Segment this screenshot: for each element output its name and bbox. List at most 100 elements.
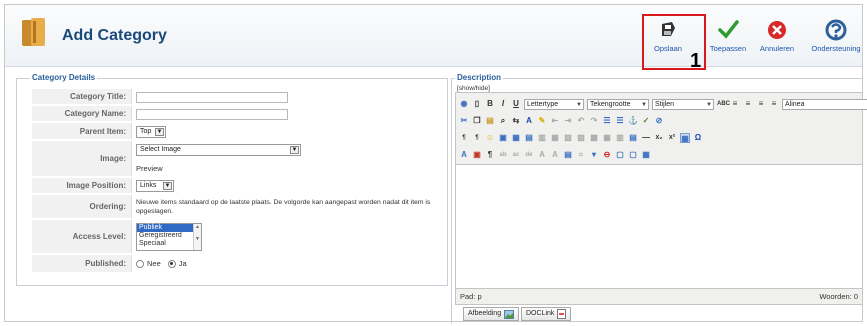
style-props-icon[interactable]: A: [459, 150, 469, 160]
editor-toolbar: ◉ ▯ B I U Lettertype ▼ Tekengrootte ▼ St…: [456, 93, 867, 165]
image-position-label: Image Position:: [32, 178, 132, 193]
readmore-icon[interactable]: ⊖: [602, 150, 612, 160]
layer-icon[interactable]: ▢: [615, 150, 625, 160]
access-option[interactable]: Publiek: [137, 224, 201, 232]
category-name-input[interactable]: [136, 109, 288, 120]
image-icon[interactable]: ▣: [498, 133, 508, 143]
align-right-icon[interactable]: ≡: [756, 99, 766, 109]
cut-icon[interactable]: ✂: [459, 116, 469, 126]
insert-image-label: Afbeelding: [468, 310, 502, 317]
access-option[interactable]: Speciaal: [137, 240, 201, 248]
cell-props-icon[interactable]: ▨: [576, 133, 586, 143]
attribs-icon[interactable]: A: [550, 150, 560, 160]
parent-item-select[interactable]: Top ▼: [136, 126, 166, 138]
listbox-scrollbar[interactable]: ▲ ▼: [193, 224, 201, 250]
strikethrough-icon[interactable]: ABC: [717, 99, 730, 109]
published-yes-radio[interactable]: [167, 259, 176, 268]
row-props-icon[interactable]: ▧: [563, 133, 573, 143]
access-level-listbox[interactable]: Publiek Geregistreerd Speciaal ▲ ▼: [136, 223, 202, 251]
subscript-icon[interactable]: x₂: [654, 133, 664, 143]
published-yes-label: Ja: [178, 259, 187, 268]
nonbreaking-icon[interactable]: ≈: [576, 150, 586, 160]
cleanup-icon[interactable]: ▥: [537, 133, 547, 143]
show-hide-toggle[interactable]: [show/hide]: [457, 85, 490, 92]
chevron-down-icon: ▼: [641, 101, 647, 108]
bullet-list-icon[interactable]: ☰: [615, 116, 625, 126]
highlight-color-icon[interactable]: ✎: [537, 116, 547, 126]
redo-icon[interactable]: ↷: [589, 116, 599, 126]
underline-icon[interactable]: U: [511, 99, 521, 109]
published-no-radio[interactable]: [136, 259, 144, 268]
font-family-select[interactable]: Lettertype ▼: [524, 98, 584, 110]
acronym-icon[interactable]: ac: [511, 150, 521, 160]
font-size-select[interactable]: Tekengrootte ▼: [587, 98, 649, 110]
italic-icon[interactable]: I: [498, 99, 508, 109]
image-row: Image: Select Image ▼ Preview: [32, 141, 437, 177]
special-char-icon[interactable]: Ω: [693, 133, 703, 143]
unlink-icon[interactable]: ⊘: [654, 116, 664, 126]
merge-cells-icon[interactable]: ▤: [628, 133, 638, 143]
image-position-select[interactable]: Links ▼: [136, 180, 174, 192]
format-select[interactable]: Alinea ▼: [782, 98, 867, 110]
access-option[interactable]: Geregistreerd: [137, 232, 201, 240]
insert-col-icon[interactable]: ▥: [615, 133, 625, 143]
template-icon[interactable]: ▤: [563, 150, 573, 160]
description-legend: Description: [455, 73, 504, 82]
horizontal-rule-icon[interactable]: —: [641, 133, 651, 143]
numbered-list-icon[interactable]: ☰: [602, 116, 612, 126]
editor-content-area[interactable]: [456, 165, 862, 288]
new-document-icon[interactable]: ◉: [459, 99, 469, 109]
media-icon[interactable]: ▦: [511, 133, 521, 143]
ins-icon[interactable]: A: [537, 150, 547, 160]
del-icon[interactable]: de: [524, 150, 534, 160]
outdent-icon[interactable]: ⇤: [550, 116, 560, 126]
copy-icon[interactable]: ❐: [472, 116, 482, 126]
undo-icon[interactable]: ↶: [576, 116, 586, 126]
image-select-value: Select Image: [140, 146, 181, 153]
replace-icon[interactable]: ⇆: [511, 116, 521, 126]
doclink-button[interactable]: DOCLink: [521, 307, 572, 321]
rtl-icon[interactable]: ¶: [472, 133, 482, 143]
emoticon-icon[interactable]: ☺: [485, 133, 495, 143]
checkmark-icon: [718, 20, 739, 39]
indent-icon[interactable]: ⇥: [563, 116, 573, 126]
paste-icon[interactable]: ▤: [485, 116, 495, 126]
cancel-button[interactable]: Annuleren: [757, 19, 797, 53]
anchor-icon[interactable]: ⚓: [628, 116, 638, 126]
font-color-icon[interactable]: A: [524, 116, 534, 126]
abbr-icon[interactable]: ab: [498, 150, 508, 160]
editor-toolbar-row-3: ¶ ¶ ☺ ▣ ▦ ▤ ▥ ▦ ▧ ▨ ▩ ▦ ▥ ▤ — x₂ x² ▦ Ω: [459, 131, 703, 145]
step-marker: 1: [690, 50, 702, 72]
link-icon[interactable]: ✓: [641, 116, 651, 126]
apply-button[interactable]: Toepassen: [707, 19, 749, 53]
pagebreak-icon[interactable]: ▾: [589, 150, 599, 160]
table-icon[interactable]: ▦: [550, 133, 560, 143]
insert-row-icon[interactable]: ▩: [589, 133, 599, 143]
delete-row-icon[interactable]: ▦: [602, 133, 612, 143]
insert-image-button[interactable]: Afbeelding: [463, 307, 520, 321]
description-editor: ◉ ▯ B I U Lettertype ▼ Tekengrootte ▼ St…: [455, 92, 867, 305]
align-justify-icon[interactable]: ≡: [769, 99, 779, 109]
print-icon[interactable]: ▣: [472, 150, 482, 160]
visual-aid-icon[interactable]: ▦: [680, 133, 690, 143]
bold-icon[interactable]: B: [485, 99, 495, 109]
page-icon[interactable]: ▯: [472, 99, 482, 109]
cancel-label: Annuleren: [759, 44, 795, 53]
format-value: Alinea: [785, 100, 805, 108]
edit-image-icon[interactable]: ▤: [524, 133, 534, 143]
image-select[interactable]: Select Image ▼: [136, 144, 301, 156]
align-left-icon[interactable]: ≡: [730, 99, 740, 109]
styles-select[interactable]: Stijlen ▼: [652, 98, 714, 110]
find-icon[interactable]: ⌕: [498, 116, 508, 126]
chevron-down-icon: ▼: [163, 182, 172, 190]
superscript-icon[interactable]: x²: [667, 133, 677, 143]
category-title-input[interactable]: [136, 92, 288, 103]
ltr-icon[interactable]: ¶: [459, 133, 469, 143]
show-blocks-icon[interactable]: ¶: [485, 150, 495, 160]
fullscreen-icon[interactable]: ▦: [641, 150, 651, 160]
chevron-down-icon: ▼: [576, 101, 582, 108]
cancel-icon: [768, 21, 786, 39]
align-center-icon[interactable]: ≡: [743, 99, 753, 109]
absolute-icon[interactable]: ▢: [628, 150, 638, 160]
help-button[interactable]: Ondersteuning: [810, 19, 862, 53]
